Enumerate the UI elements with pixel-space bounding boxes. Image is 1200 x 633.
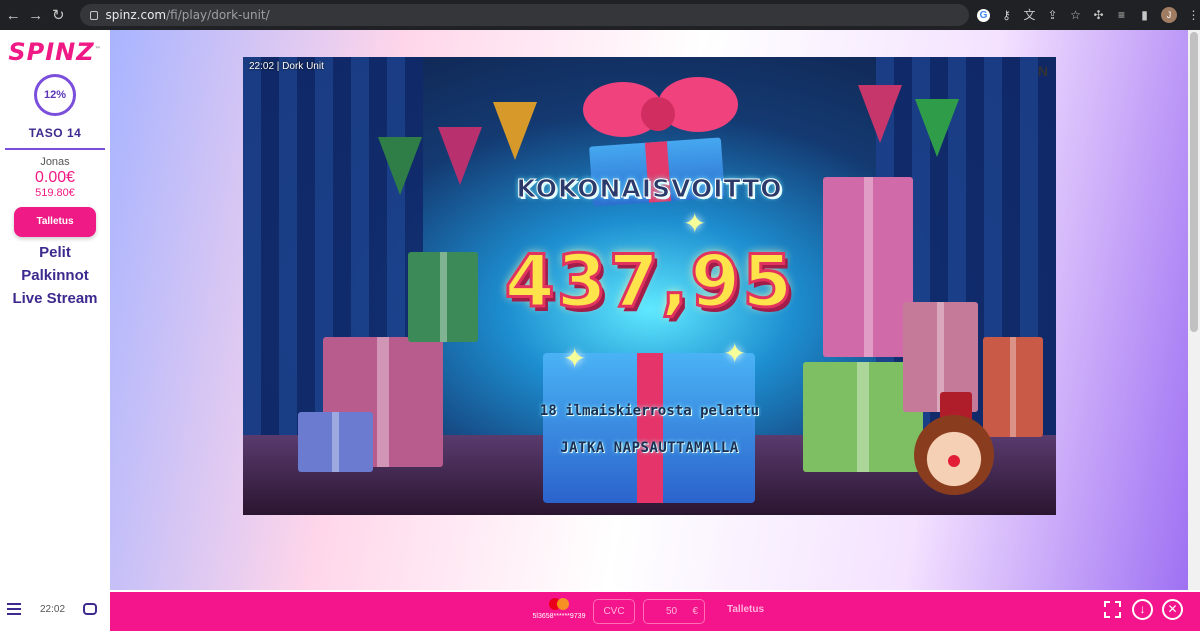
google-icon[interactable]: G [977, 8, 990, 22]
bonus-balance: 519.80€ [35, 187, 75, 199]
saved-card[interactable]: 5l3658******9739 [530, 598, 588, 620]
share-icon[interactable]: ⇪ [1046, 8, 1059, 22]
url-text: spinz.com/fi/play/dork-unit/ [105, 8, 270, 22]
reload-icon[interactable]: ↻ [49, 6, 68, 24]
deposit-button[interactable]: Talletus [14, 207, 96, 237]
level-progress-ring[interactable]: 12% [34, 74, 76, 116]
profile-avatar[interactable]: J [1161, 7, 1177, 23]
level-percent: 12% [43, 89, 67, 101]
translate-icon[interactable]: 文 [1023, 8, 1036, 22]
continue-prompt[interactable]: JATKA NAPSAUTTAMALLA [243, 440, 1056, 456]
lock-icon[interactable] [89, 10, 98, 20]
gift-bow [563, 62, 753, 147]
menu-icon[interactable] [7, 603, 21, 615]
puzzle-icon[interactable]: ✣ [1092, 8, 1105, 22]
close-icon[interactable]: ✕ [1162, 599, 1183, 620]
sidebar: SPINZ™ 12% TASO 14 Jonas 0.00€ 519.80€ T… [0, 30, 110, 590]
balance: 0.00€ [34, 169, 76, 186]
card-number: 5l3658******9739 [532, 613, 586, 620]
quick-deposit-button[interactable]: Talletus [727, 604, 764, 615]
page-scrollbar[interactable] [1188, 30, 1200, 590]
bunting-flag [493, 102, 537, 160]
sparkle-icon: ✦ [683, 208, 707, 239]
fullscreen-icon[interactable] [1104, 601, 1121, 618]
total-win-title: KOKONAISVOITTO [516, 174, 783, 204]
clock: 22:02 [40, 604, 66, 615]
scroll-thumb[interactable] [1190, 32, 1198, 332]
amount-value: 50 [666, 606, 678, 617]
bottom-bar: 22:02 5l3658******9739 CVC 50 € Talletus … [0, 590, 1200, 633]
game-hud-time: 22:02 | Dork Unit [249, 61, 324, 72]
open-gift-box [543, 353, 755, 503]
forward-arrow-icon[interactable]: → [27, 7, 46, 24]
currency-symbol: € [692, 606, 698, 617]
game-provider-logo: N [1037, 63, 1048, 79]
mastercard-icon [549, 598, 569, 610]
deposit-amount-input[interactable]: 50 € [643, 599, 705, 624]
free-spins-played: 18 ilmaiskierrosta pelattu [539, 403, 760, 419]
reading-list-icon[interactable]: ≡ [1115, 8, 1128, 22]
sidebar-item-pelit[interactable]: Pelit [0, 241, 110, 264]
sparkle-icon: ✦ [723, 338, 747, 369]
clown-nose [948, 455, 960, 467]
sidebar-item-live-stream[interactable]: Live Stream [0, 287, 110, 310]
user-name: Jonas [40, 156, 70, 168]
sidebar-icon[interactable]: ▮ [1138, 8, 1151, 22]
sparkle-icon: ✦ [563, 343, 587, 374]
more-options-icon[interactable]: ⋮ [1187, 8, 1200, 22]
bunting-flag [915, 99, 959, 157]
game-canvas[interactable]: ✦ ✦ ✦ 22:02 | Dork Unit N KOKONAISVOITTO… [243, 57, 1056, 515]
spinz-logo[interactable]: SPINZ™ [0, 38, 110, 66]
download-icon[interactable]: ↓ [1132, 599, 1153, 620]
win-amount: 437,95 [503, 238, 795, 325]
bunting-flag [858, 85, 902, 143]
main-area: ✦ ✦ ✦ 22:02 | Dork Unit N KOKONAISVOITTO… [110, 30, 1200, 590]
gift-box [983, 337, 1043, 437]
key-icon[interactable]: ⚷ [1000, 8, 1013, 22]
star-icon[interactable]: ☆ [1069, 8, 1082, 22]
cvc-input[interactable]: CVC [593, 599, 635, 624]
divider [5, 148, 105, 150]
chat-icon[interactable] [83, 603, 97, 615]
sidebar-item-palkinnot[interactable]: Palkinnot [0, 264, 110, 287]
level-label: TASO 14 [28, 126, 82, 140]
browser-toolbar: ← → ↻ spinz.com/fi/play/dork-unit/ G ⚷ 文… [0, 0, 1200, 30]
sidebar-menu: Pelit Palkinnot Live Stream [0, 241, 110, 310]
address-bar[interactable]: spinz.com/fi/play/dork-unit/ [79, 4, 969, 26]
back-arrow-icon[interactable]: ← [4, 7, 23, 24]
